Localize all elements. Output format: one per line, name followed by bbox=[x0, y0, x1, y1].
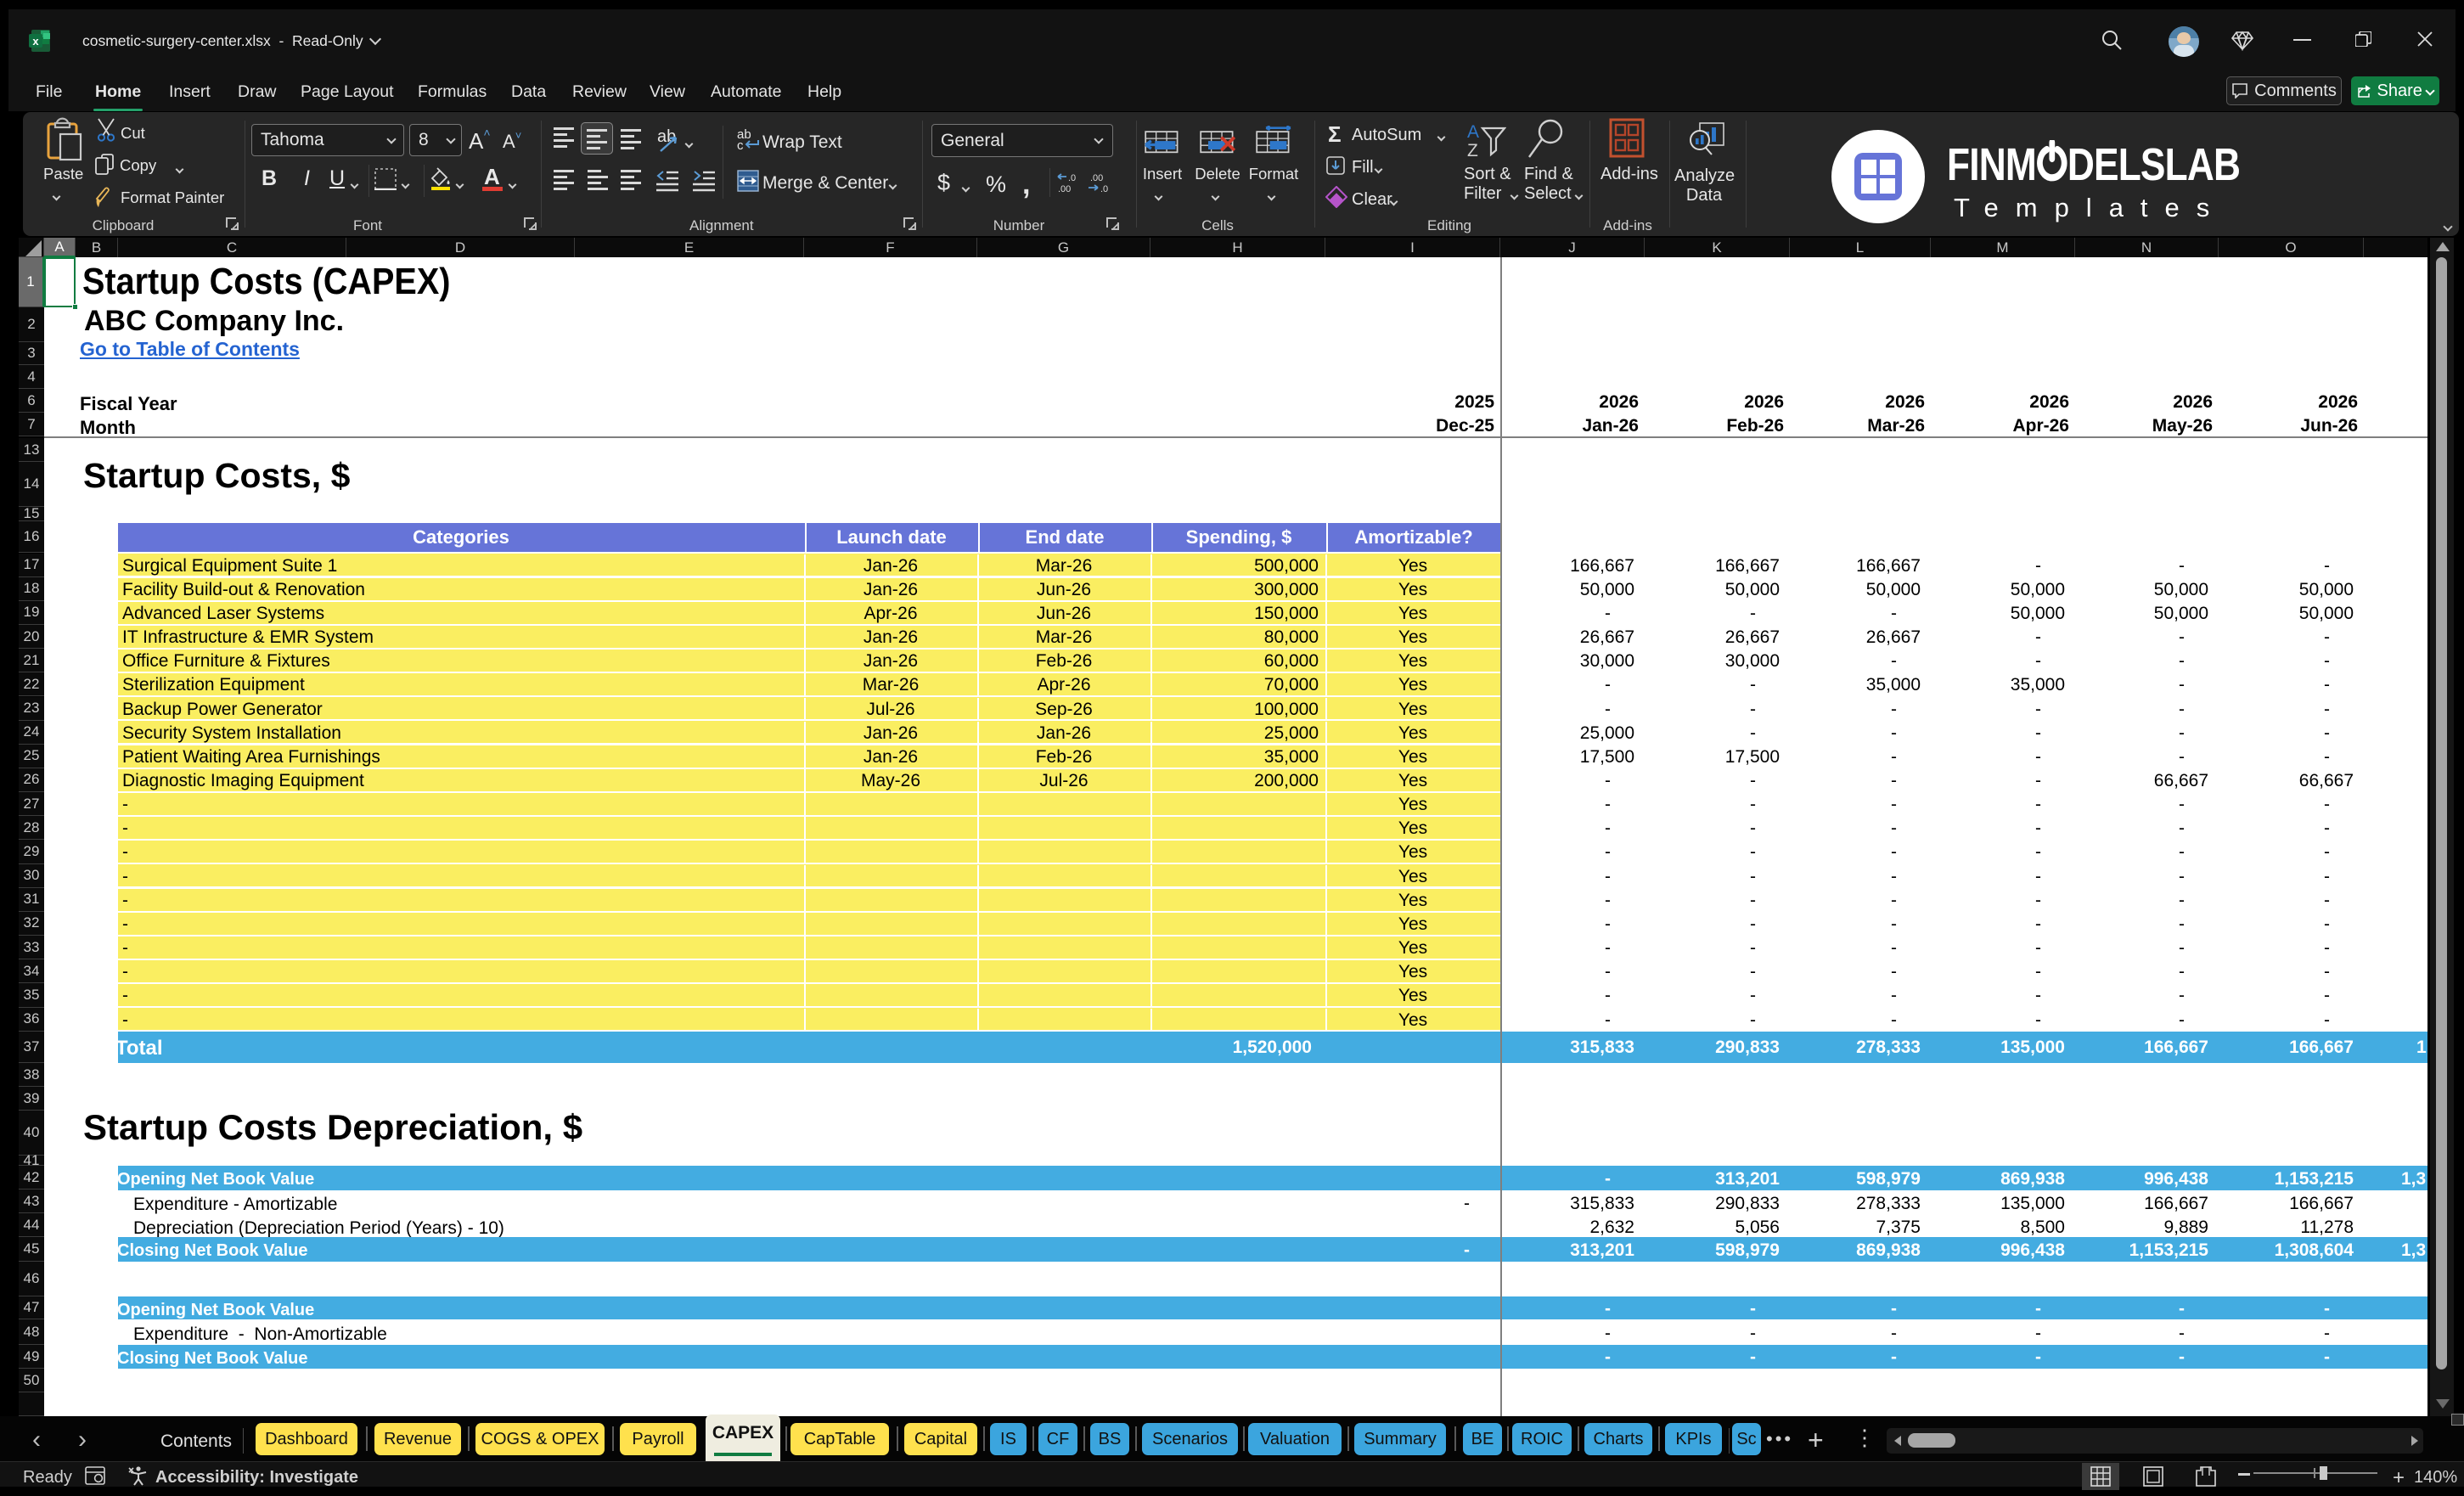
svg-text:.0: .0 bbox=[1068, 173, 1076, 183]
svg-text:x: x bbox=[32, 35, 39, 48]
svg-text:.00: .00 bbox=[1090, 173, 1103, 183]
svg-text:.00: .00 bbox=[1058, 184, 1071, 194]
svg-text:A: A bbox=[1467, 122, 1479, 142]
svg-text:Z: Z bbox=[1467, 141, 1478, 158]
svg-text:.0: .0 bbox=[1100, 184, 1108, 194]
